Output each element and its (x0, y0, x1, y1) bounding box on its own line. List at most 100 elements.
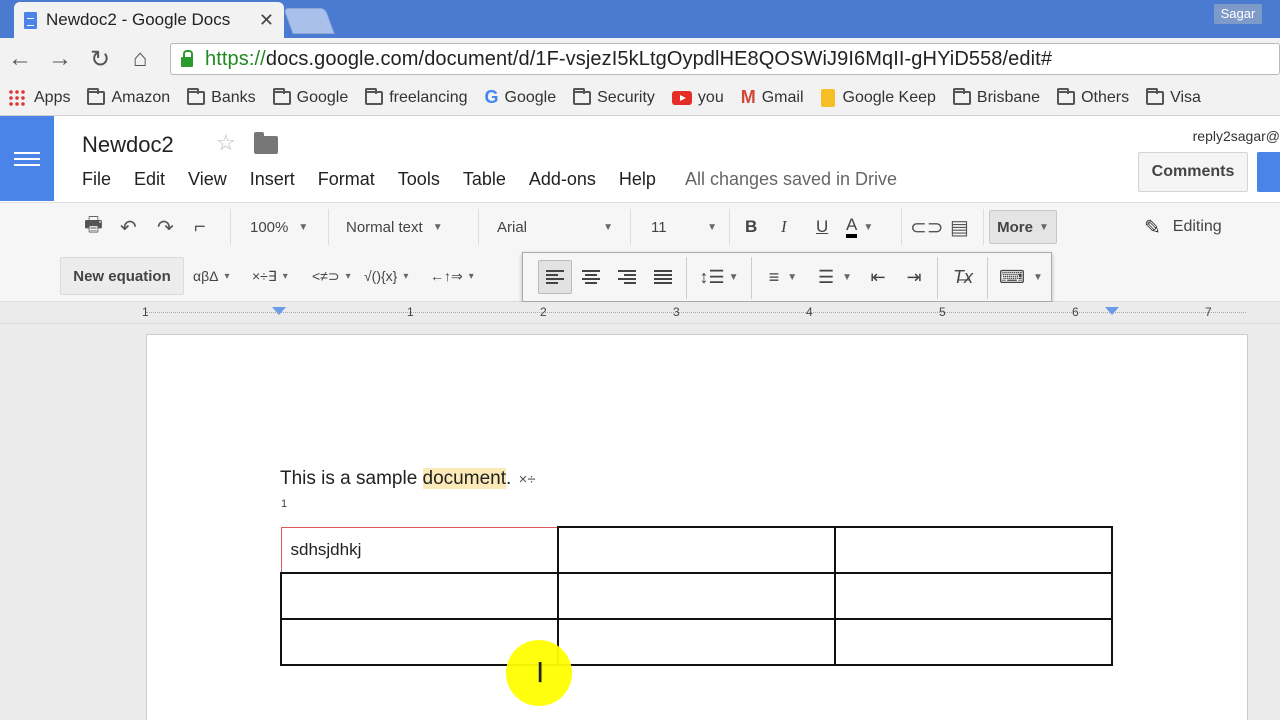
font-select[interactable]: Arial ▼ (497, 203, 613, 251)
editing-mode-button[interactable]: ✎ Editing (1144, 203, 1222, 251)
paint-format-icon[interactable]: ⌐ (194, 203, 206, 251)
bookmarks-bar: Apps Amazon Banks Google freelancing G Go… (0, 80, 1280, 116)
close-icon[interactable]: ✕ (259, 10, 274, 31)
numbered-list-icon[interactable]: ≡ ▼ (759, 260, 807, 294)
browser-tab[interactable]: Newdoc2 - Google Docs ✕ (14, 2, 284, 38)
more-button[interactable]: More ▼ (989, 210, 1057, 244)
relations-menu[interactable]: <≠⊃ ▾ (312, 250, 351, 302)
folder-icon (365, 87, 384, 105)
user-email[interactable]: reply2sagar@ (1193, 128, 1280, 144)
bookmark-keep[interactable]: Google Keep (820, 88, 936, 107)
input-tools-icon[interactable]: ⌨ ▼ (995, 260, 1047, 294)
google-icon: G (484, 87, 499, 107)
profile-badge[interactable]: Sagar (1214, 4, 1262, 24)
bookmark-visa[interactable]: Visa (1146, 87, 1201, 107)
ruler-number: 7 (1205, 305, 1212, 319)
bold-icon[interactable]: B (745, 203, 757, 251)
table-cell[interactable] (834, 618, 1113, 666)
menu-file[interactable]: File (82, 169, 111, 190)
bookmark-security[interactable]: Security (573, 87, 655, 107)
link-icon[interactable]: ⊂⊃ (910, 203, 944, 251)
print-icon[interactable]: 🖶 (84, 203, 103, 251)
menu-table[interactable]: Table (463, 169, 506, 190)
text-color-icon[interactable]: A ▼ (846, 203, 873, 251)
zoom-select[interactable]: 100% ▼ (250, 203, 308, 251)
bookmark-google[interactable]: G Google (485, 87, 557, 108)
menu-addons[interactable]: Add-ons (529, 169, 596, 190)
menu-edit[interactable]: Edit (134, 169, 165, 190)
toolbar-divider (630, 209, 631, 245)
bookmark-amazon[interactable]: Amazon (87, 87, 170, 107)
table-cell[interactable]: sdhsjdhkj (280, 526, 559, 574)
share-button[interactable] (1257, 152, 1280, 192)
bulleted-list-icon[interactable]: ☰ ▼ (811, 260, 859, 294)
arrows-menu[interactable]: ←↑⇒ ▾ (430, 250, 474, 302)
comment-icon[interactable]: ▤ (950, 203, 969, 251)
align-justify-icon[interactable] (646, 260, 680, 294)
more-tools-panel: ↕☰ ▼ ≡ ▼ ☰ ▼ ⇤ ⇥ T̶x ⌨ ▼ (522, 252, 1052, 302)
bookmark-brisbane[interactable]: Brisbane (952, 87, 1040, 107)
move-folder-icon[interactable] (254, 132, 278, 154)
table-cell[interactable] (557, 618, 836, 666)
font-size-select[interactable]: 11 ▼ (651, 203, 717, 251)
chevron-down-icon: ▼ (298, 221, 309, 233)
align-right-icon[interactable] (610, 260, 644, 294)
greek-letters-menu[interactable]: αβΔ ▾ (193, 250, 230, 302)
bookmark-freelancing[interactable]: freelancing (365, 87, 468, 107)
bookmark-youtube[interactable]: you (671, 89, 724, 107)
bookmark-google-folder[interactable]: Google (272, 87, 348, 107)
document-paragraph[interactable]: This is a sample document. ×÷ (280, 468, 536, 490)
bookmark-gmail[interactable]: M Gmail (741, 87, 804, 108)
table-cell[interactable] (280, 572, 559, 620)
chevron-down-icon: ▼ (603, 221, 613, 233)
document-title[interactable]: Newdoc2 (82, 132, 174, 158)
docs-home-button[interactable] (0, 116, 54, 201)
align-left-icon[interactable] (538, 260, 572, 294)
toolbar-divider (901, 209, 902, 245)
clear-formatting-icon[interactable]: T̶x (948, 260, 978, 294)
decrease-indent-icon[interactable]: ⇤ (863, 260, 893, 294)
table-row (280, 572, 1113, 620)
align-center-icon[interactable] (574, 260, 608, 294)
left-indent-marker[interactable] (272, 307, 286, 315)
folder-icon (1146, 87, 1165, 105)
menu-tools[interactable]: Tools (398, 169, 440, 190)
home-icon[interactable]: ⌂ (120, 45, 160, 73)
undo-icon[interactable]: ↶ (120, 203, 137, 251)
math-operations-menu[interactable]: √(){x} ▾ (364, 250, 408, 302)
table-cell[interactable] (557, 572, 836, 620)
redo-icon[interactable]: ↷ (157, 203, 174, 251)
reload-icon[interactable]: ↻ (80, 45, 120, 74)
new-tab-button[interactable] (283, 8, 335, 34)
style-select[interactable]: Normal text ▼ (346, 203, 443, 251)
menu-insert[interactable]: Insert (250, 169, 295, 190)
panel-divider (686, 257, 687, 299)
misc-operations-menu[interactable]: ×÷∃ ▾ (252, 250, 288, 302)
underline-icon[interactable]: U (816, 203, 828, 251)
bookmark-apps[interactable]: Apps (8, 88, 70, 107)
document-page[interactable]: This is a sample document. ×÷ 1 sdhsjdhk… (146, 334, 1248, 720)
menu-help[interactable]: Help (619, 169, 656, 190)
star-icon[interactable]: ☆ (216, 130, 236, 156)
table-cell[interactable] (834, 572, 1113, 620)
comments-button[interactable]: Comments (1138, 152, 1248, 192)
right-indent-marker[interactable] (1105, 307, 1119, 315)
footnote-marker[interactable]: 1 (281, 498, 287, 510)
back-icon[interactable]: ← (0, 45, 40, 73)
italic-icon[interactable]: I (781, 203, 787, 251)
forward-icon[interactable]: → (40, 45, 80, 73)
increase-indent-icon[interactable]: ⇥ (899, 260, 929, 294)
bookmark-banks[interactable]: Banks (187, 87, 256, 107)
toolbar-divider (478, 209, 479, 245)
save-status: All changes saved in Drive (684, 169, 898, 189)
address-bar[interactable]: https://docs.google.com/document/d/1F-vs… (170, 43, 1280, 75)
menu-view[interactable]: View (188, 169, 227, 190)
table-cell[interactable] (557, 526, 836, 574)
toolbar-divider (983, 209, 984, 245)
menu-format[interactable]: Format (318, 169, 375, 190)
table-cell[interactable] (834, 526, 1113, 574)
bookmark-others[interactable]: Others (1057, 87, 1129, 107)
line-spacing-icon[interactable]: ↕☰ ▼ (695, 260, 743, 294)
new-equation-button[interactable]: New equation (60, 257, 184, 295)
ruler-number: 6 (1072, 305, 1079, 319)
